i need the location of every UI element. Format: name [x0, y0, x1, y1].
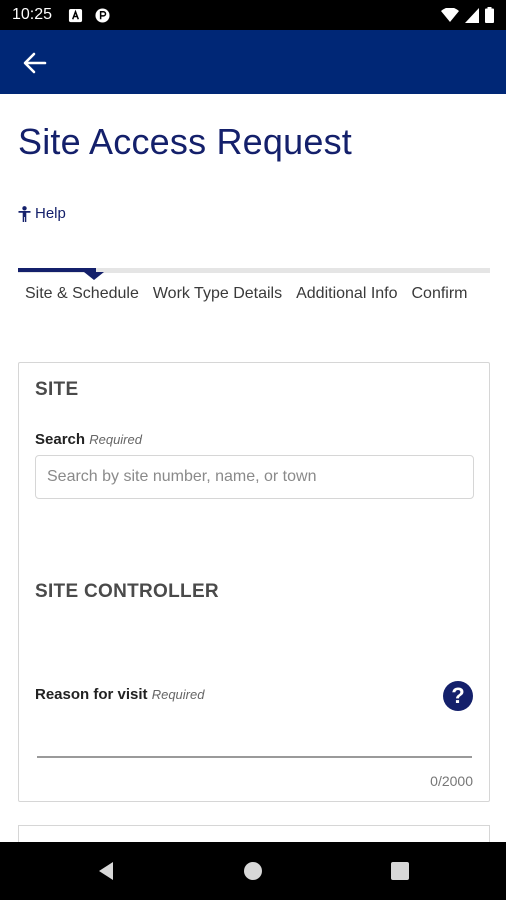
- signal-icon: [465, 7, 479, 23]
- a-notification-icon: [68, 8, 83, 23]
- character-counter: 0/2000: [430, 773, 473, 789]
- required-hint: Required: [151, 687, 205, 702]
- status-bar: 10:25: [0, 0, 506, 30]
- stepper-tabs: Site & Schedule Work Type Details Addition…: [25, 285, 490, 303]
- question-help-icon[interactable]: ?: [443, 681, 473, 711]
- step-work-type-details[interactable]: Work Type Details: [153, 285, 282, 303]
- wifi-icon: [441, 7, 459, 22]
- required-hint: Required: [89, 432, 142, 447]
- status-right-icons: [441, 7, 494, 23]
- app-bar: [0, 30, 506, 94]
- step-additional-info[interactable]: Additional Info: [296, 285, 397, 303]
- person-help-icon: [18, 205, 31, 222]
- site-search-input[interactable]: [35, 455, 474, 499]
- stepper-pointer: [84, 272, 104, 280]
- p-notification-icon: [95, 8, 110, 23]
- step-confirm[interactable]: Confirm: [412, 285, 468, 303]
- status-time: 10:25: [12, 6, 53, 23]
- help-label: Help: [35, 205, 66, 222]
- stepper-progress: [18, 268, 490, 280]
- battery-icon: [485, 7, 494, 23]
- back-arrow-icon[interactable]: [20, 48, 50, 78]
- site-heading: SITE: [35, 379, 79, 400]
- nav-back-icon[interactable]: [96, 861, 116, 881]
- help-link[interactable]: Help: [18, 205, 66, 222]
- android-nav-bar: [0, 842, 506, 900]
- reason-text-field[interactable]: [37, 756, 472, 758]
- search-label: Search Required: [35, 431, 142, 448]
- nav-recents-icon[interactable]: [390, 861, 410, 881]
- step-site-schedule[interactable]: Site & Schedule: [25, 285, 139, 303]
- site-card: SITE Search Required SITE CONTROLLER Rea…: [18, 362, 490, 802]
- page-title: Site Access Request: [18, 121, 352, 162]
- nav-home-icon[interactable]: [243, 861, 263, 881]
- reason-label: Reason for visit Required: [35, 686, 205, 703]
- site-controller-heading: SITE CONTROLLER: [35, 581, 219, 602]
